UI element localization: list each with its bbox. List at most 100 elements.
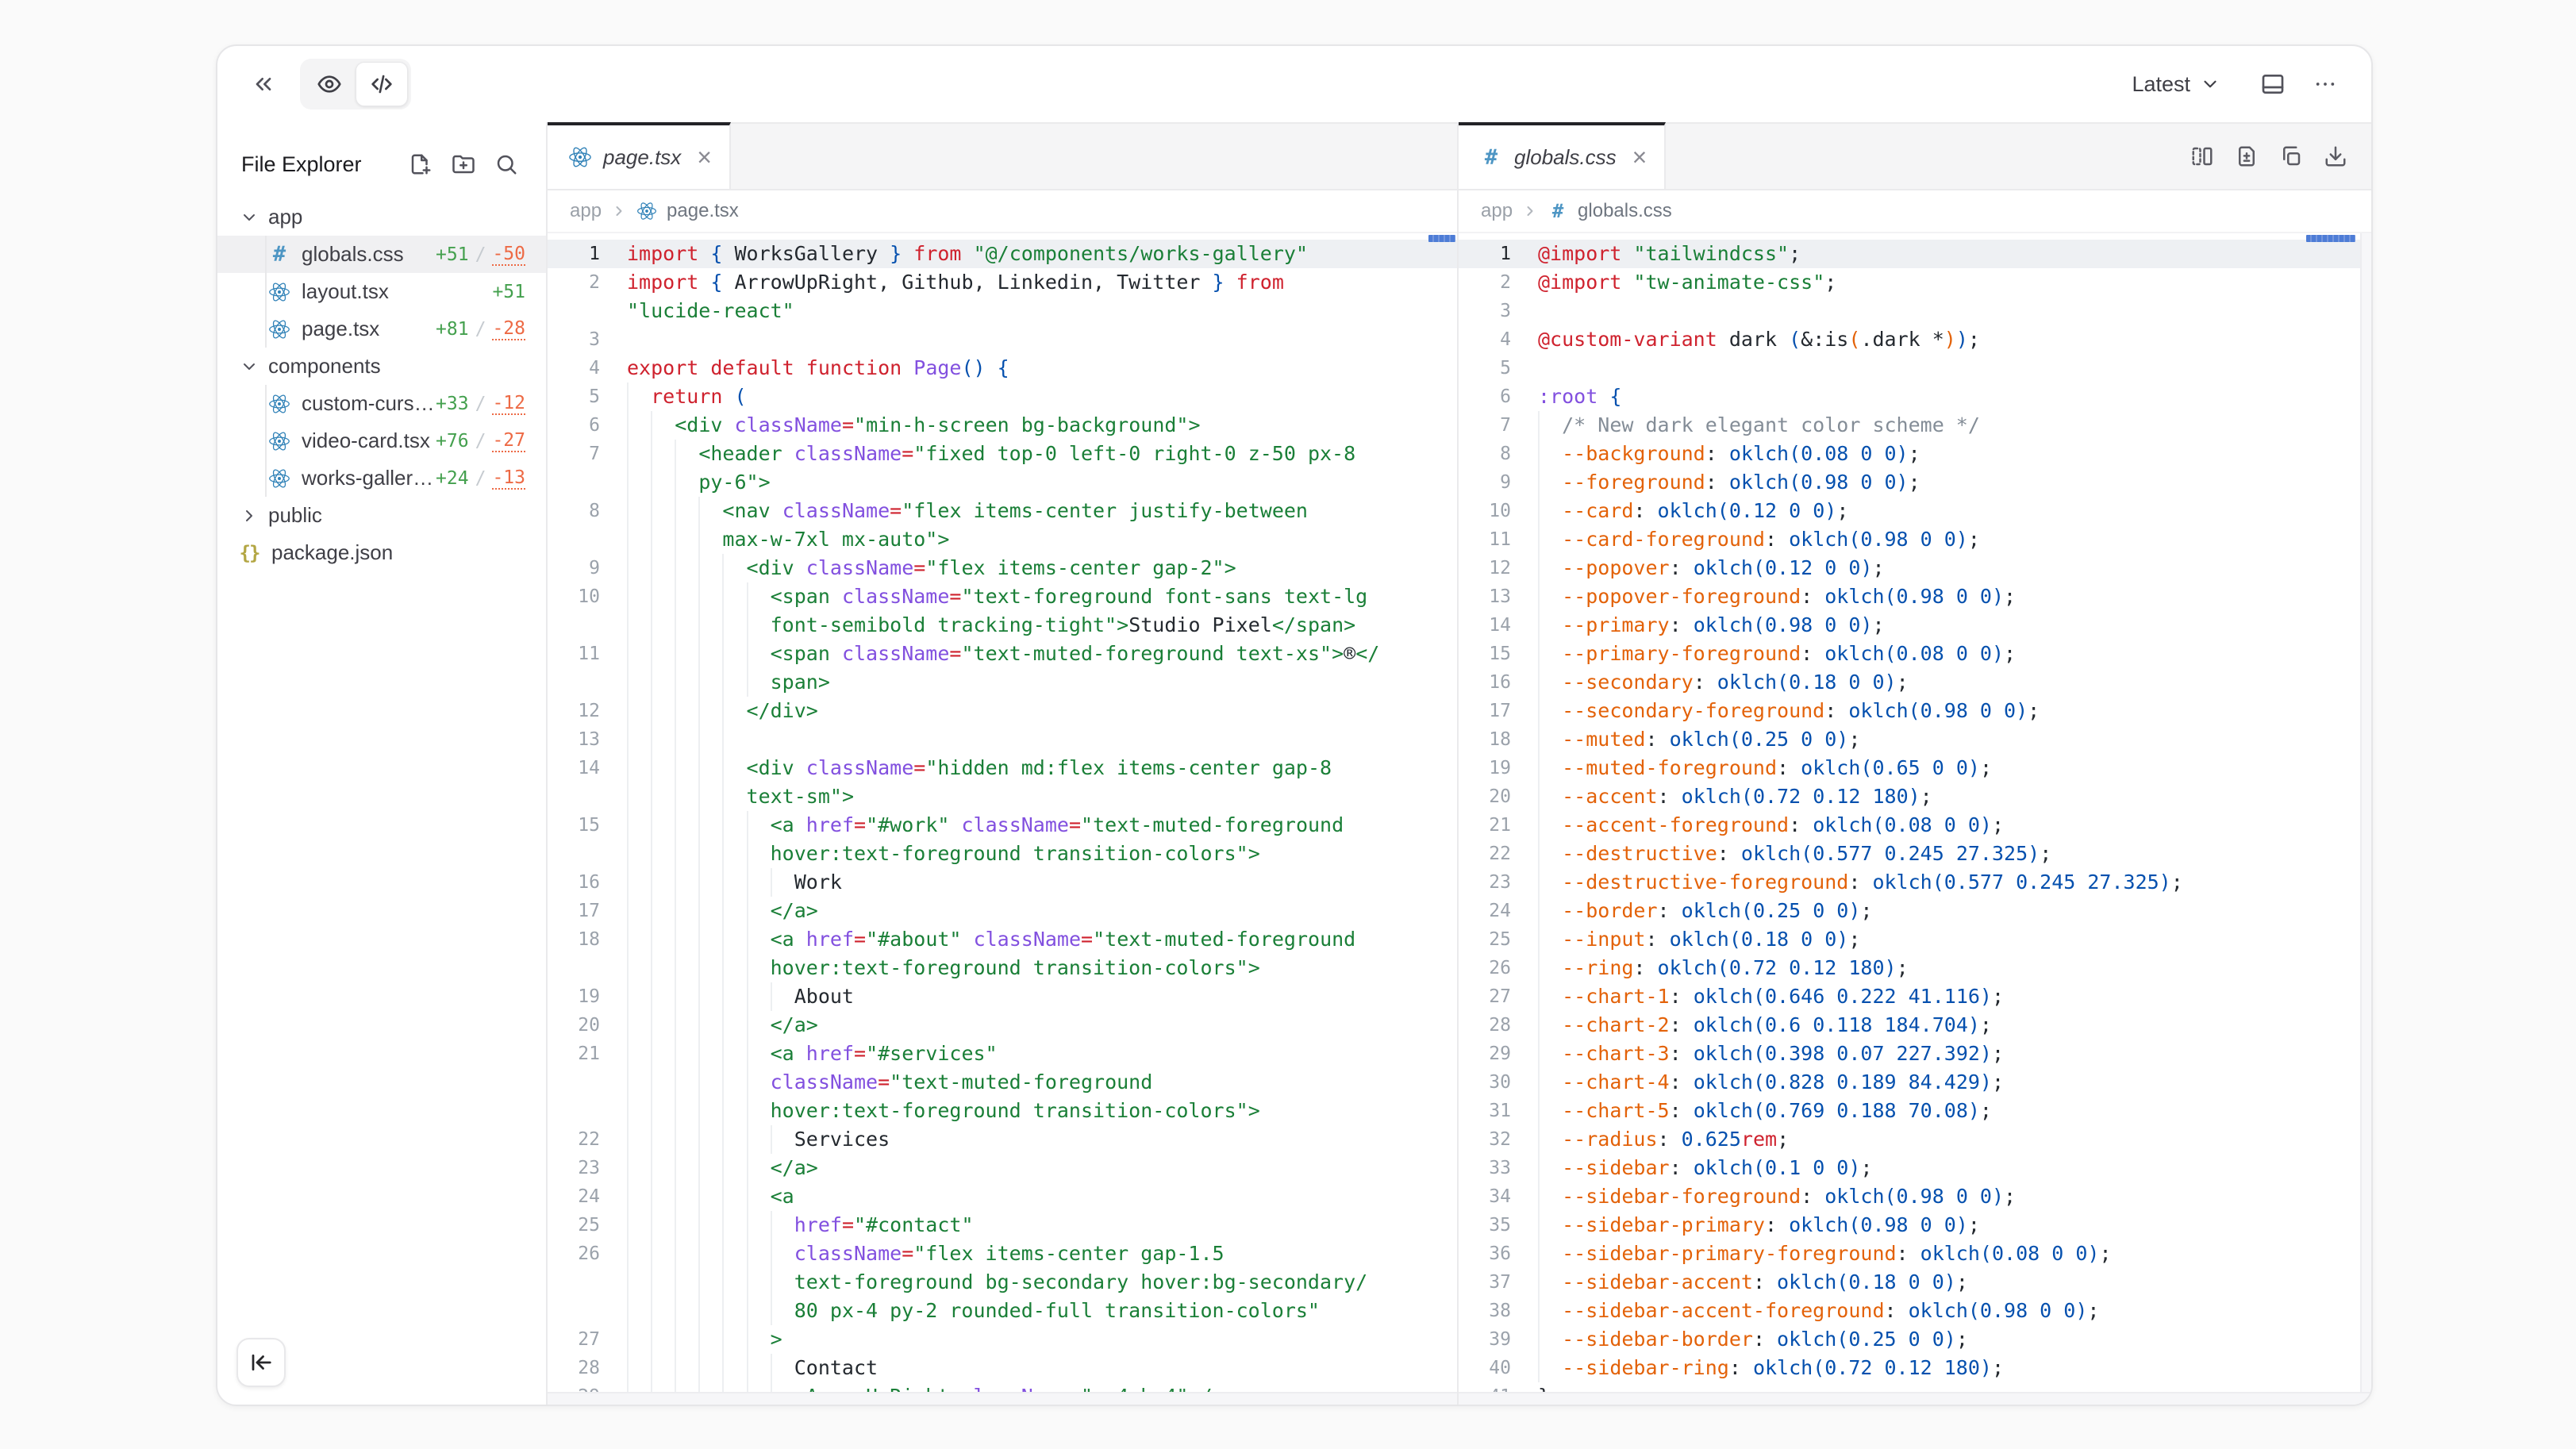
vertical-scrollbar[interactable]	[2360, 233, 2371, 1392]
folder-public[interactable]: public	[217, 497, 546, 534]
code-line: 9 <div className="flex items-center gap-…	[548, 554, 1457, 582]
file-item-globals.css[interactable]: #globals.css+51/-50	[217, 236, 546, 273]
copy-button[interactable]	[2273, 138, 2309, 175]
version-label: Latest	[2132, 72, 2190, 97]
top-toolbar: Latest	[217, 46, 2371, 122]
split-editor-button[interactable]	[2184, 138, 2220, 175]
line-number: 8	[1459, 440, 1511, 468]
code-line: 26 --ring: oklch(0.72 0.12 180);	[1459, 954, 2371, 982]
line-number: 12	[1459, 554, 1511, 582]
code-line: max-w-7xl mx-auto">	[548, 525, 1457, 554]
line-number: 26	[1459, 954, 1511, 982]
code-line: 12 </div>	[548, 697, 1457, 725]
code-line: 2@import "tw-animate-css";	[1459, 268, 2371, 297]
code-line: 32 --radius: 0.625rem;	[1459, 1125, 2371, 1154]
code-line: 33 --sidebar: oklch(0.1 0 0);	[1459, 1154, 2371, 1182]
close-tab-icon[interactable]: ×	[697, 144, 712, 170]
line-number	[548, 782, 600, 811]
horizontal-scrollbar[interactable]	[1459, 1392, 2371, 1405]
tab-label: globals.css	[1514, 145, 1617, 170]
horizontal-scrollbar[interactable]	[548, 1392, 1457, 1405]
line-number	[548, 668, 600, 697]
code-line: hover:text-foreground transition-colors"…	[548, 840, 1457, 868]
tab-page-tsx[interactable]: page.tsx ×	[548, 122, 731, 189]
line-number: 33	[1459, 1154, 1511, 1182]
code-editor-globals-css[interactable]: 1@import "tailwindcss";2@import "tw-anim…	[1459, 233, 2371, 1405]
code-line: 8 --background: oklch(0.08 0 0);	[1459, 440, 2371, 468]
file-item-video-card.tsx[interactable]: video-card.tsx+76/-27	[217, 422, 546, 459]
file-item-works-galler[interactable]: works-galler…+24/-13	[217, 459, 546, 497]
breadcrumb-globals-css: app # globals.css	[1459, 190, 2371, 233]
code-line: 7 <header className="fixed top-0 left-0 …	[548, 440, 1457, 468]
collapse-panel-button[interactable]	[241, 62, 286, 106]
code-line: 27 >	[548, 1325, 1457, 1354]
eye-icon	[317, 71, 342, 97]
file-plus-icon	[409, 152, 433, 176]
chevron-right-icon	[240, 506, 259, 525]
code-line: 17 --secondary-foreground: oklch(0.98 0 …	[1459, 697, 2371, 725]
chevron-down-icon	[240, 208, 259, 227]
folder-app[interactable]: app	[217, 198, 546, 236]
search-icon	[494, 152, 518, 176]
line-number: 35	[1459, 1211, 1511, 1240]
code-toggle-button[interactable]	[356, 62, 408, 106]
line-number: 10	[1459, 497, 1511, 525]
breadcrumb-file[interactable]: globals.css	[1578, 200, 1672, 222]
panel-layout-button[interactable]	[2251, 62, 2295, 106]
file-item-custom-curs[interactable]: custom-curs…+33/-12	[217, 385, 546, 422]
line-number: 10	[548, 582, 600, 611]
code-line: 25 href="#contact"	[548, 1211, 1457, 1240]
file-item-layout.tsx[interactable]: layout.tsx+51	[217, 273, 546, 310]
new-folder-button[interactable]	[444, 145, 483, 183]
code-editor-page-tsx[interactable]: 1import { WorksGallery } from "@/compone…	[548, 233, 1457, 1405]
code-line: 80 px-4 py-2 rounded-full transition-col…	[548, 1297, 1457, 1325]
line-number: 39	[1459, 1325, 1511, 1354]
new-file-button[interactable]	[402, 145, 440, 183]
download-button[interactable]	[2317, 138, 2354, 175]
search-files-button[interactable]	[487, 145, 525, 183]
tabbar-left: page.tsx ×	[548, 122, 1457, 190]
file-item-package.json[interactable]: {}package.json	[217, 534, 546, 571]
more-options-button[interactable]	[2303, 62, 2347, 106]
line-number: 4	[1459, 325, 1511, 354]
code-line: 15 --primary-foreground: oklch(0.08 0 0)…	[1459, 640, 2371, 668]
preview-toggle-button[interactable]	[303, 62, 356, 106]
code-line: 39 --sidebar-border: oklch(0.25 0 0);	[1459, 1325, 2371, 1354]
line-number: 5	[548, 382, 600, 411]
tab-globals-css[interactable]: # globals.css ×	[1459, 122, 1666, 189]
code-line: 5	[1459, 354, 2371, 382]
code-line: 23 --destructive-foreground: oklch(0.577…	[1459, 868, 2371, 897]
css-hash-icon: #	[1548, 201, 1568, 221]
breadcrumb-file[interactable]: page.tsx	[667, 200, 739, 222]
line-number: 22	[548, 1125, 600, 1154]
folder-components[interactable]: components	[217, 348, 546, 385]
version-selector[interactable]: Latest	[2132, 72, 2220, 97]
code-line: 7 /* New dark elegant color scheme */	[1459, 411, 2371, 440]
code-line: 20 --accent: oklch(0.72 0.12 180);	[1459, 782, 2371, 811]
line-number: 18	[548, 925, 600, 954]
code-line: 22 --destructive: oklch(0.577 0.245 27.3…	[1459, 840, 2371, 868]
line-number: 24	[1459, 897, 1511, 925]
code-line: hover:text-foreground transition-colors"…	[548, 1097, 1457, 1125]
line-number: 17	[1459, 697, 1511, 725]
file-item-page.tsx[interactable]: page.tsx+81/-28	[217, 310, 546, 348]
tabbar-right: # globals.css ×	[1459, 122, 2371, 190]
line-number: 16	[1459, 668, 1511, 697]
breadcrumb-root[interactable]: app	[570, 200, 602, 222]
code-line: 29 --chart-3: oklch(0.398 0.07 227.392);	[1459, 1040, 2371, 1068]
line-number: 30	[1459, 1068, 1511, 1097]
code-line: 14 --primary: oklch(0.98 0 0);	[1459, 611, 2371, 640]
code-line: 11 --card-foreground: oklch(0.98 0 0);	[1459, 525, 2371, 554]
line-number: 28	[548, 1354, 600, 1382]
code-line: 10 <span className="text-foreground font…	[548, 582, 1457, 611]
breadcrumb-root[interactable]: app	[1481, 200, 1513, 222]
collapse-sidebar-button[interactable]	[236, 1338, 286, 1387]
close-tab-icon[interactable]: ×	[1632, 144, 1647, 170]
diff-stats: +51/-50	[436, 244, 525, 266]
file-diff-button[interactable]	[2228, 138, 2265, 175]
line-number: 28	[1459, 1011, 1511, 1040]
code-line: hover:text-foreground transition-colors"…	[548, 954, 1457, 982]
line-number: 22	[1459, 840, 1511, 868]
ellipsis-icon	[2313, 71, 2338, 97]
line-number: 21	[548, 1040, 600, 1068]
